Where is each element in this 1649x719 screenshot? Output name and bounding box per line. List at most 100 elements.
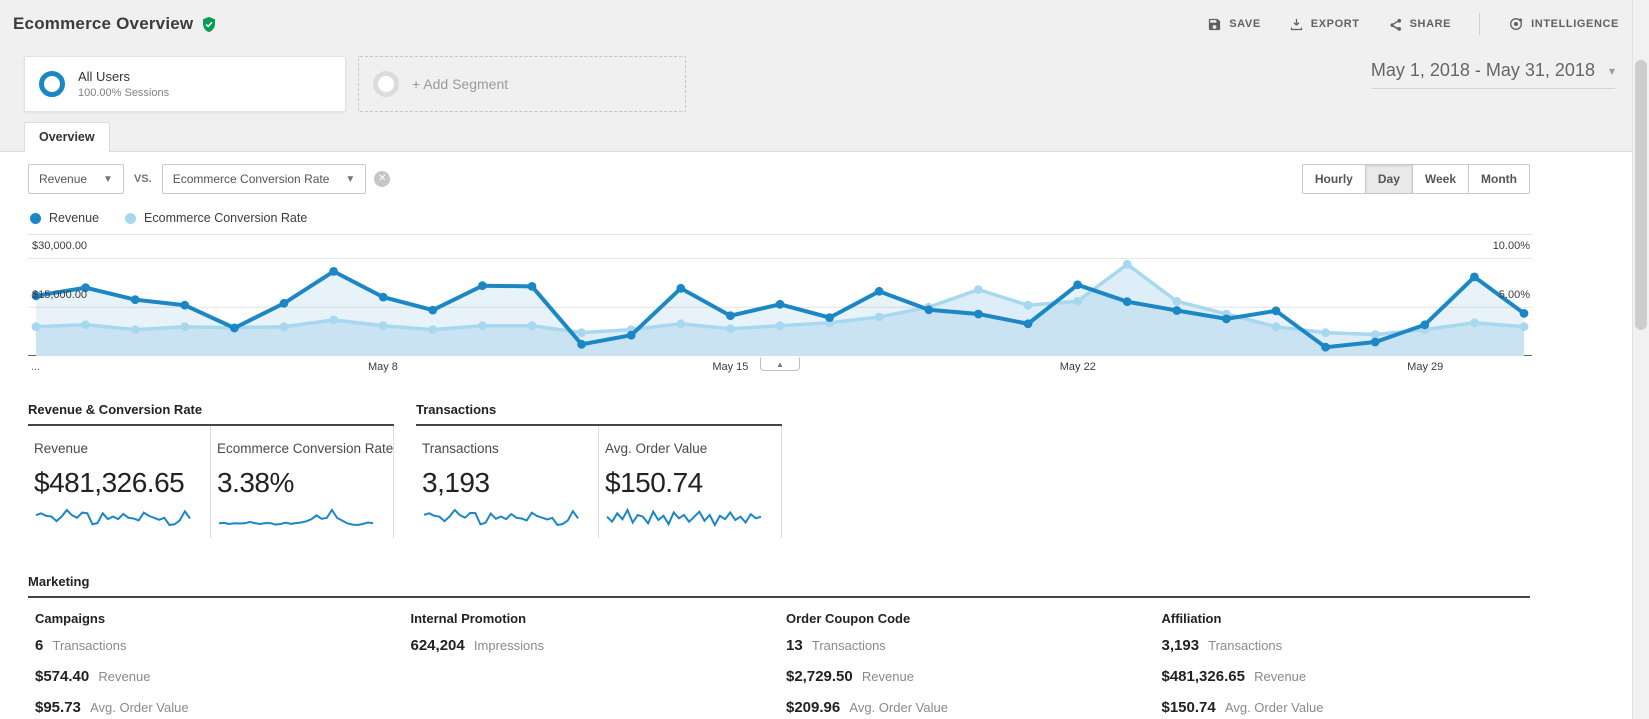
metric-unit: Avg. Order Value bbox=[90, 700, 189, 715]
metric-value: 3,193 bbox=[1161, 637, 1200, 654]
metric-value: 13 bbox=[786, 637, 803, 654]
segment-all-users[interactable]: All Users 100.00% Sessions bbox=[24, 56, 346, 112]
metric-unit: Transactions bbox=[52, 638, 127, 653]
sparkline bbox=[606, 507, 762, 528]
metric-value: $2,729.50 bbox=[786, 668, 853, 685]
vertical-scrollbar[interactable] bbox=[1632, 0, 1649, 719]
share-icon bbox=[1388, 17, 1403, 32]
add-segment-button[interactable]: + Add Segment bbox=[358, 56, 686, 112]
x-tick-may15: May 15 bbox=[712, 361, 749, 373]
metric-value: $209.96 bbox=[786, 699, 841, 716]
topbar-actions: SAVE EXPORT SHARE INTELLIGENCE bbox=[1207, 13, 1619, 35]
metric-row[interactable]: 624,204 Impressions bbox=[411, 637, 780, 654]
add-segment-ring-icon bbox=[373, 71, 399, 97]
metric-row[interactable]: 6 Transactions bbox=[35, 637, 404, 654]
add-segment-label: + Add Segment bbox=[412, 76, 509, 92]
share-button[interactable]: SHARE bbox=[1388, 17, 1452, 32]
sparkline bbox=[35, 508, 191, 527]
metric-unit: Impressions bbox=[473, 638, 544, 653]
x-tick-may22: May 22 bbox=[1059, 361, 1096, 373]
tab-row: Overview bbox=[0, 122, 1649, 152]
metric-value: $481,326.65 bbox=[1161, 668, 1245, 685]
y-axis-tick-right-5: 5.00% bbox=[1498, 289, 1530, 301]
primary-metric-select[interactable]: Revenue ▼ bbox=[28, 164, 124, 194]
marketing-title: Marketing bbox=[28, 574, 1530, 598]
sparkline bbox=[218, 508, 374, 527]
metric-unit: Transactions bbox=[1208, 638, 1283, 653]
metric-row[interactable]: 13 Transactions bbox=[786, 637, 1155, 654]
scorecard-value: $150.74 bbox=[605, 467, 703, 498]
granularity-hourly-button[interactable]: Hourly bbox=[1301, 164, 1366, 194]
scorecard-label: Transactions bbox=[422, 441, 499, 456]
group-title: Revenue & Conversion Rate bbox=[28, 402, 394, 426]
marketing-col-title: Internal Promotion bbox=[410, 611, 527, 626]
y-axis-tick-left-15000: $15,000.00 bbox=[32, 289, 88, 301]
page-title: Ecommerce Overview bbox=[13, 14, 194, 33]
metric-unit: Revenue bbox=[861, 669, 914, 684]
metric-value: 6 bbox=[35, 637, 44, 654]
metric-row[interactable]: $95.73 Avg. Order Value bbox=[35, 699, 404, 716]
scorecard-group-transactions: Transactions Transactions 3,193 Avg. Ord… bbox=[416, 402, 782, 538]
chevron-down-icon: ▼ bbox=[345, 173, 356, 185]
metric-value: 624,204 bbox=[410, 637, 465, 654]
date-caret-icon: ▾ bbox=[1608, 63, 1615, 78]
scrollbar-thumb[interactable] bbox=[1635, 60, 1647, 330]
chart-controls: Revenue ▼ VS. Ecommerce Conversion Rate … bbox=[0, 152, 1649, 194]
marketing-section: Marketing Campaigns 6 Transactions $574.… bbox=[28, 574, 1530, 719]
y-axis-tick-left-30000: $30,000.00 bbox=[32, 240, 88, 252]
actions-divider bbox=[1479, 13, 1481, 35]
metric-row[interactable]: $150.74 Avg. Order Value bbox=[1162, 699, 1531, 716]
chart-plot-area[interactable]: $30,000.00 $15,000.00 10.00% 5.00% bbox=[28, 234, 1532, 356]
metric-row[interactable]: $481,326.65 Revenue bbox=[1162, 668, 1531, 685]
secondary-metric-select[interactable]: Ecommerce Conversion Rate ▼ bbox=[161, 164, 367, 194]
intelligence-button[interactable]: INTELLIGENCE bbox=[1508, 16, 1619, 32]
metric-row[interactable]: 3,193 Transactions bbox=[1162, 637, 1531, 654]
save-icon bbox=[1207, 17, 1222, 32]
metric-row[interactable]: $574.40 Revenue bbox=[35, 668, 404, 685]
segment-row: All Users 100.00% Sessions + Add Segment… bbox=[0, 48, 1649, 122]
granularity-month-button[interactable]: Month bbox=[1469, 164, 1530, 194]
x-tick-may29: May 29 bbox=[1407, 361, 1444, 373]
vs-label: VS. bbox=[133, 173, 152, 185]
intelligence-label: INTELLIGENCE bbox=[1531, 18, 1619, 30]
scorecard-revenue[interactable]: Revenue $481,326.65 bbox=[28, 426, 211, 538]
metric-row[interactable]: $209.96 Avg. Order Value bbox=[786, 699, 1155, 716]
tab-overview[interactable]: Overview bbox=[24, 122, 110, 152]
conversion-dot-icon bbox=[125, 212, 137, 224]
date-range-picker[interactable]: May 1, 2018 - May 31, 2018 ▾ bbox=[1370, 60, 1615, 89]
scorecard-value: 3.38% bbox=[217, 467, 294, 498]
save-button[interactable]: SAVE bbox=[1207, 17, 1261, 32]
marketing-col-title: Order Coupon Code bbox=[786, 611, 911, 626]
metric-unit: Revenue bbox=[98, 669, 151, 684]
x-tick-ellipsis: ... bbox=[31, 361, 41, 373]
verified-shield-icon bbox=[201, 16, 217, 33]
chart-legend: Revenue Ecommerce Conversion Rate bbox=[0, 194, 1649, 225]
date-range-text: May 1, 2018 - May 31, 2018 bbox=[1370, 60, 1595, 80]
remove-metric-icon[interactable]: ✕ bbox=[374, 171, 391, 187]
save-label: SAVE bbox=[1229, 18, 1261, 30]
secondary-metric-label: Ecommerce Conversion Rate bbox=[172, 172, 330, 186]
chart-collapse-handle[interactable]: ▲ bbox=[760, 357, 800, 371]
metric-row[interactable]: $2,729.50 Revenue bbox=[786, 668, 1155, 685]
export-icon bbox=[1289, 17, 1304, 32]
granularity-day-button[interactable]: Day bbox=[1365, 164, 1413, 194]
scorecard-avg-order-value[interactable]: Avg. Order Value $150.74 bbox=[599, 426, 782, 538]
group-title: Transactions bbox=[416, 402, 782, 426]
marketing-col-order-coupon-code: Order Coupon Code 13 Transactions $2,729… bbox=[779, 611, 1155, 719]
export-label: EXPORT bbox=[1310, 18, 1360, 30]
marketing-col-internal-promotion: Internal Promotion 624,204 Impressions bbox=[404, 611, 780, 719]
granularity-week-button[interactable]: Week bbox=[1412, 164, 1470, 194]
all-users-ring-icon bbox=[39, 71, 65, 97]
metric-value: $574.40 bbox=[35, 668, 90, 685]
scorecard-transactions[interactable]: Transactions 3,193 bbox=[416, 426, 599, 538]
export-button[interactable]: EXPORT bbox=[1289, 17, 1360, 32]
revenue-dot-icon bbox=[30, 212, 41, 224]
marketing-col-affiliation: Affiliation 3,193 Transactions $481,326.… bbox=[1155, 611, 1531, 719]
scorecard-section: Revenue & Conversion Rate Revenue $481,3… bbox=[28, 402, 1649, 538]
scorecard-label: Revenue bbox=[34, 441, 89, 456]
scorecard-conversion-rate[interactable]: Ecommerce Conversion Rate 3.38% bbox=[211, 426, 394, 538]
marketing-col-campaigns: Campaigns 6 Transactions $574.40 Revenue… bbox=[28, 611, 404, 719]
chevron-down-icon: ▼ bbox=[103, 173, 113, 185]
marketing-col-title: Affiliation bbox=[1161, 611, 1222, 626]
share-label: SHARE bbox=[1409, 18, 1452, 30]
